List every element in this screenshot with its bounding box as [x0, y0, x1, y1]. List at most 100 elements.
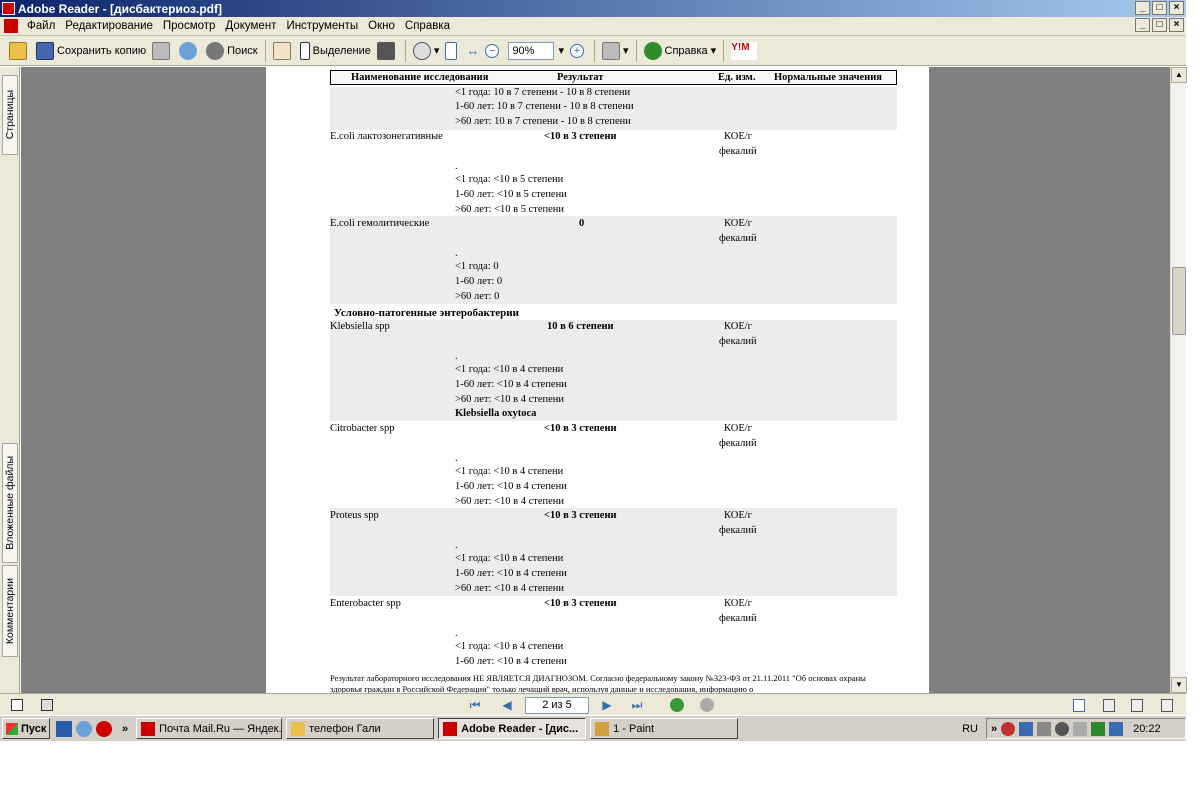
save-copy-button[interactable]: Сохранить копию — [33, 39, 149, 63]
test-unit: КОЕ/г — [724, 218, 752, 229]
norm-line: >60 лет: <10 в 4 степени — [455, 496, 565, 507]
email-button[interactable] — [176, 39, 203, 63]
task-paint[interactable]: 1 - Paint — [590, 718, 739, 739]
tray-expand-icon[interactable]: » — [991, 723, 997, 735]
clock[interactable]: 20:22 — [1133, 723, 1161, 735]
zoom-tool-button[interactable]: ▾ — [410, 39, 443, 63]
menu-help[interactable]: Справка — [400, 20, 455, 32]
yandex-icon — [141, 721, 156, 736]
menu-view[interactable]: Просмотр — [158, 20, 221, 32]
folder-icon — [9, 41, 27, 60]
toolbar-separator — [635, 39, 637, 62]
taskbar: Пуск » Почта Mail.Ru — Яндек... телефон … — [0, 715, 1186, 741]
menu-document[interactable]: Документ — [220, 20, 281, 32]
printer-icon — [152, 41, 171, 60]
browser-icon[interactable] — [76, 720, 92, 737]
chevron-down-icon[interactable]: ▾ — [558, 44, 564, 57]
task-adobe-reader[interactable]: Adobe Reader - [дис... — [438, 718, 587, 739]
norm-line: >60 лет: <10 в 4 степени — [455, 394, 565, 405]
vertical-scrollbar[interactable]: ▲ ▼ — [1170, 67, 1187, 693]
print-button[interactable] — [149, 39, 176, 63]
window-title: Adobe Reader - [дисбактериоз.pdf] — [18, 1, 222, 16]
facing-view-button[interactable] — [1128, 697, 1146, 713]
go-forward-button[interactable] — [698, 697, 716, 713]
continuous-view-button[interactable] — [1100, 697, 1118, 713]
menu-edit[interactable]: Редактирование — [60, 20, 158, 32]
close-button[interactable]: × — [1169, 1, 1184, 15]
last-page-button[interactable]: ⏭ — [628, 697, 646, 713]
doc-minimize-button[interactable]: _ — [1135, 18, 1150, 32]
zoom-input[interactable]: 90% — [508, 41, 555, 60]
tab-pages[interactable]: Страницы — [2, 75, 18, 155]
go-back-button[interactable] — [668, 697, 686, 713]
first-page-button[interactable]: ⏮ — [466, 697, 484, 713]
document-viewport[interactable]: Наименование исследования Результат Ед. … — [21, 67, 1170, 693]
search-button[interactable]: Поиск — [203, 39, 260, 63]
test-unit: фекалий — [719, 525, 757, 536]
single-page-view-button[interactable] — [1070, 697, 1088, 713]
volume-icon[interactable] — [1073, 721, 1088, 736]
word-icon[interactable] — [56, 720, 72, 737]
tab-comments[interactable]: Комментарии — [2, 565, 18, 657]
norm-line: . — [455, 161, 458, 172]
menu-window[interactable]: Окно — [363, 20, 400, 32]
search-label: Поиск — [227, 44, 258, 57]
layout-single-icon[interactable] — [8, 697, 26, 713]
pdf-document-icon[interactable] — [4, 19, 18, 33]
monitor-icon[interactable] — [1109, 721, 1124, 736]
navigation-panel: Страницы Вложенные файлы Комментарии — [0, 67, 20, 693]
yahoo-messenger-icon: Y!M — [731, 41, 758, 60]
scroll-thumb[interactable] — [1172, 267, 1186, 335]
snapshot-button[interactable] — [374, 39, 401, 63]
settings-icon[interactable] — [1055, 721, 1070, 736]
test-unit: фекалий — [719, 233, 757, 244]
menu-tools[interactable]: Инструменты — [281, 20, 363, 32]
norm-line: >60 лет: <10 в 5 степени — [455, 204, 565, 215]
norm-line: 1-60 лет: <10 в 4 степени — [455, 568, 567, 579]
tab-attachments[interactable]: Вложенные файлы — [2, 443, 18, 563]
scroll-up-button[interactable]: ▲ — [1171, 67, 1187, 83]
next-page-button[interactable]: ▶ — [598, 697, 616, 713]
display-icon[interactable] — [1037, 721, 1052, 736]
quick-launch-chevron-icon[interactable]: » — [122, 723, 128, 735]
antivirus-icon[interactable] — [1001, 721, 1016, 736]
task-mail-ru[interactable]: Почта Mail.Ru — Яндек... — [136, 718, 283, 739]
connection-icon[interactable] — [1091, 721, 1106, 736]
start-button[interactable]: Пуск — [2, 718, 50, 739]
menu-file[interactable]: Файл — [22, 20, 60, 32]
network-icon[interactable] — [1019, 721, 1034, 736]
page-number-field[interactable]: 2 из 5 — [524, 696, 590, 714]
fit-width-button[interactable]: ↔ — [463, 39, 482, 63]
language-indicator[interactable]: RU — [962, 723, 978, 735]
section-heading: Условно-патогенные энтеробактерии — [334, 307, 519, 319]
task-phone-note[interactable]: телефон Гали — [286, 718, 435, 739]
previous-page-button[interactable]: ◀ — [498, 697, 516, 713]
actual-size-button[interactable] — [442, 39, 463, 63]
norm-line: <1 года: <10 в 4 степени — [455, 466, 564, 477]
zoom-in-button[interactable]: + — [567, 39, 590, 63]
opera-icon[interactable] — [96, 720, 112, 737]
windows-flag-icon — [6, 722, 18, 735]
quick-launch: » — [56, 720, 128, 737]
hand-icon — [272, 41, 291, 60]
hand-tool-button[interactable] — [270, 39, 297, 63]
page-number-input[interactable]: 2 из 5 — [525, 696, 589, 714]
select-tool-button[interactable]: Выделение — [297, 39, 374, 63]
open-button[interactable] — [6, 39, 33, 63]
zoom-field[interactable]: 90% ▾ — [505, 39, 567, 63]
minimize-button[interactable]: _ — [1135, 1, 1150, 15]
maximize-button[interactable]: □ — [1152, 1, 1167, 15]
rotate-view-button[interactable]: ▾ — [599, 39, 632, 63]
help-button[interactable]: Справка ▾ — [641, 39, 720, 63]
norm-line: >60 лет: 10 в 7 степени - 10 в 8 степени — [455, 116, 631, 127]
adobe-reader-icon — [2, 2, 15, 15]
save-copy-label: Сохранить копию — [57, 44, 147, 57]
scroll-down-button[interactable]: ▼ — [1171, 677, 1187, 693]
continuous-facing-view-button[interactable] — [1158, 697, 1176, 713]
yahoo-messenger-button[interactable]: Y!M — [728, 39, 763, 63]
doc-restore-button[interactable]: □ — [1152, 18, 1167, 32]
doc-close-button[interactable]: × — [1169, 18, 1184, 32]
zoom-out-button[interactable]: − — [482, 39, 505, 63]
back-arrow-icon — [670, 698, 684, 712]
layout-continuous-icon[interactable] — [38, 697, 56, 713]
